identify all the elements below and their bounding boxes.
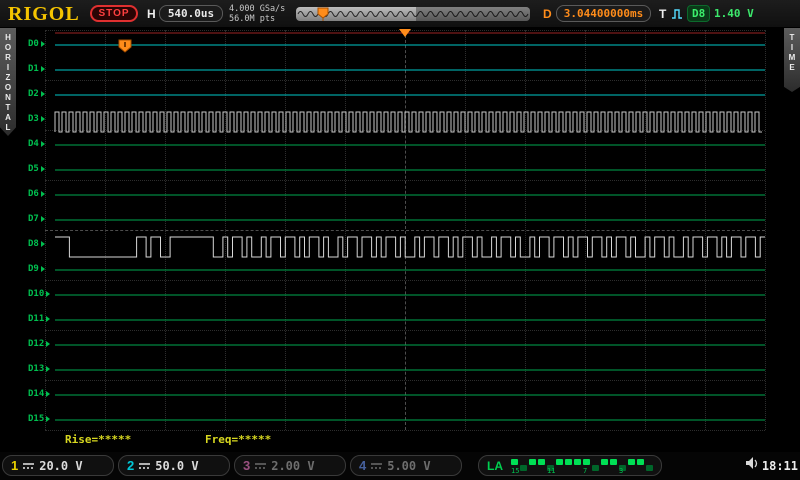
channel-marker-icon: [40, 190, 45, 197]
channel-marker-icon: [46, 415, 51, 422]
la-label: LA: [487, 458, 503, 473]
channel1-scale: 20.0 V: [39, 458, 83, 473]
channel-label-d0[interactable]: D0: [28, 39, 45, 49]
wave-d8: [55, 236, 765, 258]
horizontal-menu-tab-label: HORIZONTAL: [3, 33, 13, 133]
channel-marker-icon: [40, 90, 45, 97]
la-bit-indicator: [610, 458, 617, 465]
channel3-scale: 2.00 V: [271, 458, 315, 473]
dc-coupling-icon: [255, 462, 267, 470]
la-status[interactable]: LA 15 11 7 3: [478, 455, 662, 476]
dc-coupling-icon: [23, 462, 35, 470]
channel-marker-icon: [46, 365, 51, 372]
channel4-status[interactable]: 4 5.00 V: [350, 455, 462, 476]
horizontal-position-bar[interactable]: [296, 7, 530, 21]
top-bar: RIGOL STOP H 540.0us 4.000 GSa/s 56.0M p…: [0, 0, 800, 28]
la-bit-indicator: [583, 458, 590, 465]
trigger-label: T: [659, 7, 667, 21]
la-channel-indicators: 15 11 7 3: [511, 455, 653, 476]
system-time: 18:11: [761, 459, 798, 473]
horizontal-menu-tab[interactable]: HORIZONTAL: [0, 28, 16, 136]
channel-label-d8[interactable]: D8: [28, 239, 45, 249]
channel-label-d5[interactable]: D5: [28, 164, 45, 174]
speaker-icon[interactable]: [745, 457, 759, 475]
delay-label: D: [543, 7, 552, 21]
memory-depth: 56.0M pts: [229, 14, 276, 24]
trigger-source-badge[interactable]: D8: [687, 5, 711, 22]
horizontal-label: H: [147, 7, 156, 21]
time-menu-tab-label: TIME: [787, 33, 797, 73]
channel-marker-icon: [40, 240, 45, 247]
delay-time-value[interactable]: 3.04400000ms: [556, 5, 651, 22]
channel-label-d13[interactable]: D13: [28, 364, 51, 374]
channel3-status[interactable]: 3 2.00 V: [234, 455, 346, 476]
sample-rate: 4.000 GSa/s: [229, 4, 286, 14]
channel-label-d15[interactable]: D15: [28, 414, 51, 424]
channel-marker-icon: [40, 140, 45, 147]
oscilloscope-screen: RIGOL STOP H 540.0us 4.000 GSa/s 56.0M p…: [0, 0, 800, 480]
channel-label-d11[interactable]: D11: [28, 314, 51, 324]
rise-measurement: Rise=*****: [65, 433, 132, 446]
channel1-number: 1: [11, 458, 19, 473]
trigger-slope-icon: [671, 6, 684, 26]
trigger-level-value: 1.40 V: [714, 7, 754, 20]
la-bit-indicator: [556, 458, 563, 465]
channel-label-d1[interactable]: D1: [28, 64, 45, 74]
channel-label-d6[interactable]: D6: [28, 189, 45, 199]
bottom-bar: 1 20.0 V 2 50.0 V 3 2.00 V 4 5.00 V LA 1…: [0, 452, 800, 480]
dc-coupling-icon: [371, 462, 383, 470]
channel-label-d7[interactable]: D7: [28, 214, 45, 224]
channel-label-d14[interactable]: D14: [28, 389, 51, 399]
dc-coupling-icon: [139, 462, 151, 470]
memory-preview-waveform: [297, 7, 530, 21]
channel-label-d10[interactable]: D10: [28, 289, 51, 299]
clock-area: 18:11: [745, 457, 798, 475]
channel-label-d2[interactable]: D2: [28, 89, 45, 99]
channel-marker-icon: [40, 265, 45, 272]
channel2-scale: 50.0 V: [155, 458, 199, 473]
channel-marker-icon: [40, 65, 45, 72]
la-bit-indicator: [565, 458, 572, 465]
freq-measurement: Freq=*****: [205, 433, 272, 446]
la-tick-numbers: 15 11 7 3: [511, 467, 624, 475]
channel-label-d9[interactable]: D9: [28, 264, 45, 274]
timebase-value[interactable]: 540.0us: [159, 5, 223, 22]
channel-marker-icon: [46, 390, 51, 397]
time-menu-tab[interactable]: TIME: [784, 28, 800, 92]
waveform-canvas: [54, 29, 765, 421]
la-bit-indicator: [628, 458, 635, 465]
channel-marker-icon: [40, 165, 45, 172]
wave-d3: [54, 111, 762, 133]
channel4-scale: 5.00 V: [387, 458, 431, 473]
channel-marker-icon: [40, 40, 45, 47]
channel-label-d3[interactable]: D3: [28, 114, 45, 124]
run-state-badge[interactable]: STOP: [90, 5, 138, 22]
channel-marker-icon: [46, 290, 51, 297]
channel3-number: 3: [243, 458, 251, 473]
la-bit-indicator: [511, 458, 518, 465]
la-bit-indicator: [529, 458, 536, 465]
channel-label-d12[interactable]: D12: [28, 339, 51, 349]
la-bit-indicator: [601, 458, 608, 465]
channel-marker-icon: [46, 340, 51, 347]
channel-marker-icon: [40, 215, 45, 222]
channel2-number: 2: [127, 458, 135, 473]
channel4-number: 4: [359, 458, 367, 473]
channel-label-d4[interactable]: D4: [28, 139, 45, 149]
channel2-status[interactable]: 2 50.0 V: [118, 455, 230, 476]
channel1-status[interactable]: 1 20.0 V: [2, 455, 114, 476]
channel-marker-icon: [40, 115, 45, 122]
la-bit-indicator: [574, 458, 581, 465]
la-bit-indicator: [637, 458, 644, 465]
la-bit-indicator: [538, 458, 545, 465]
rigol-logo: RIGOL: [8, 3, 80, 25]
acquisition-info: 4.000 GSa/s 56.0M pts: [229, 4, 285, 24]
channel-marker-icon: [46, 315, 51, 322]
waveform-display-area: D0 D1 D2 D3 D4 D5 D6 D7 D8 D9 D10 D11 D12 D13 D14 D15 R…: [16, 28, 784, 452]
